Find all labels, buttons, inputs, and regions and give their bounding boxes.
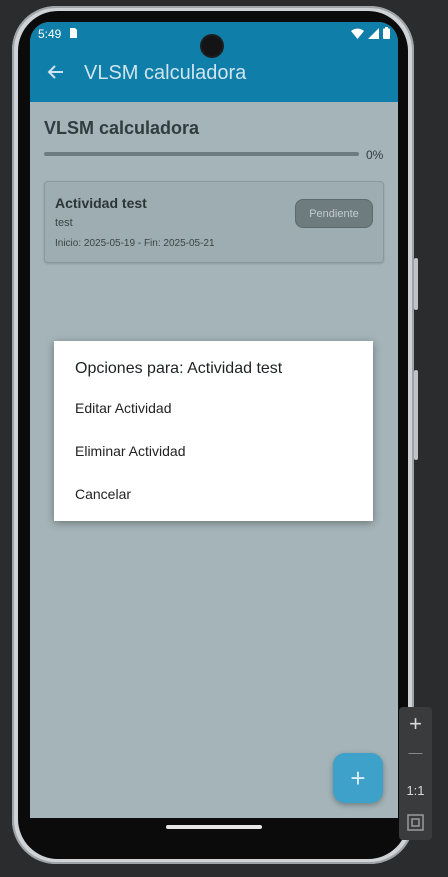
navigation-bar: [30, 818, 398, 840]
status-time: 5:49: [38, 27, 62, 41]
volume-button: [414, 258, 418, 310]
progress-label: 0%: [366, 148, 384, 162]
actual-size-button[interactable]: 1:1: [399, 783, 432, 798]
signal-icon: [368, 27, 379, 39]
activity-description: test: [55, 217, 73, 229]
sd-card-icon: [70, 28, 77, 38]
zoom-out-button[interactable]: —: [399, 744, 432, 760]
home-indicator[interactable]: [166, 825, 262, 829]
activity-card[interactable]: Actividad test test Inicio: 2025-05-19 -…: [44, 181, 384, 263]
phone-screen: 5:49 VLSM calculadora VLSM calculadora 0…: [30, 22, 398, 818]
delete-activity-option[interactable]: Eliminar Actividad: [75, 443, 186, 459]
options-dialog: Opciones para: Actividad test Editar Act…: [54, 341, 373, 521]
app-bar-title: VLSM calculadora: [84, 62, 247, 84]
dialog-title: Opciones para: Actividad test: [75, 360, 283, 377]
back-arrow-icon[interactable]: [46, 62, 66, 82]
page-title: VLSM calculadora: [44, 118, 200, 138]
emulator-toolbar: + — 1:1: [399, 707, 432, 840]
status-badge[interactable]: Pendiente: [295, 199, 373, 228]
activity-dates: Inicio: 2025-05-19 - Fin: 2025-05-21: [55, 238, 215, 249]
power-button: [414, 370, 418, 460]
activity-title: Actividad test: [55, 195, 147, 211]
zoom-in-button[interactable]: +: [399, 711, 432, 737]
progress-bar: [44, 152, 359, 156]
fit-screen-icon[interactable]: [407, 814, 424, 831]
wifi-icon: [351, 28, 364, 39]
cancel-option[interactable]: Cancelar: [75, 486, 131, 502]
battery-icon: [383, 27, 390, 39]
add-activity-button[interactable]: +: [333, 753, 383, 803]
camera-cutout: [202, 36, 222, 56]
status-icons: [351, 27, 390, 39]
edit-activity-option[interactable]: Editar Actividad: [75, 400, 172, 416]
